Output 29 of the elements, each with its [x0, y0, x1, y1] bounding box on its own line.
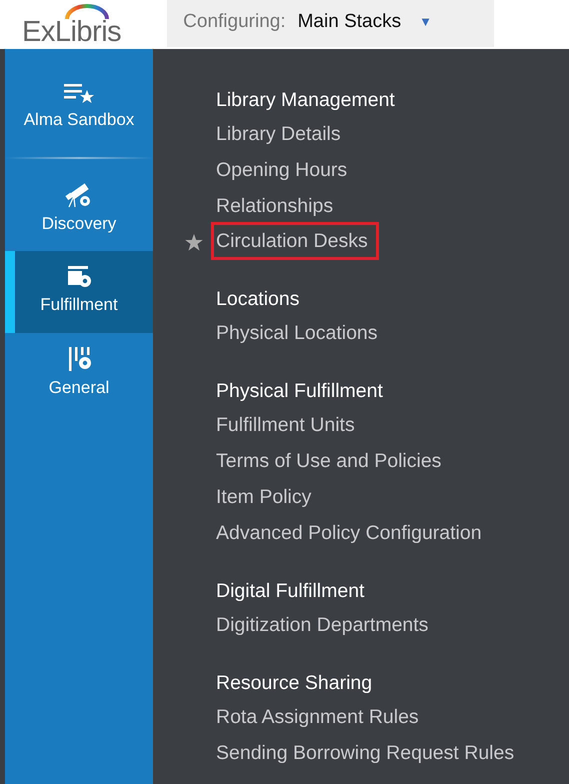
logo-text: ExLibris: [22, 16, 122, 49]
section-heading: Library Management: [216, 88, 396, 113]
section-heading: Digital Fulfillment: [216, 579, 366, 604]
list-star-icon: [62, 82, 96, 104]
menu-link[interactable]: Physical Locations: [216, 316, 378, 351]
library-name: Main Stacks: [298, 10, 402, 32]
menu-link[interactable]: Advanced Policy Configuration: [216, 516, 482, 551]
menu-link[interactable]: Opening Hours: [216, 153, 348, 188]
rainbow-arc-icon: [64, 4, 110, 20]
section-heading: Physical Fulfillment: [216, 379, 384, 404]
dropdown-caret: ▼: [419, 14, 432, 29]
star-icon[interactable]: [185, 234, 203, 251]
sidebar-item[interactable]: Fulfillment: [5, 251, 153, 333]
section-heading: Locations: [216, 287, 300, 312]
menu-link[interactable]: Circulation Desks: [214, 225, 376, 257]
menu-link[interactable]: Digitization Departments: [216, 608, 428, 643]
menu-link[interactable]: Item Policy: [216, 480, 312, 515]
sidebar-item[interactable]: Alma Sandbox: [5, 67, 153, 149]
menu-link[interactable]: Rota Assignment Rules: [216, 700, 419, 735]
sidebar-item[interactable]: Discovery: [5, 169, 153, 251]
sidebar-item[interactable]: General: [5, 333, 153, 415]
menu-link[interactable]: Relationships: [216, 189, 334, 224]
menu-link[interactable]: Library Details: [216, 117, 341, 152]
library-selector[interactable]: Configuring: Main Stacks ▼: [167, 0, 494, 47]
menu-link[interactable]: Fulfillment Units: [216, 408, 355, 443]
section-heading: Resource Sharing: [216, 671, 374, 696]
menu-link[interactable]: Sending Borrowing Request Rules: [216, 736, 514, 771]
configuring-label: Configuring:: [183, 10, 286, 32]
menu-link[interactable]: Terms of Use and Policies: [216, 444, 442, 479]
